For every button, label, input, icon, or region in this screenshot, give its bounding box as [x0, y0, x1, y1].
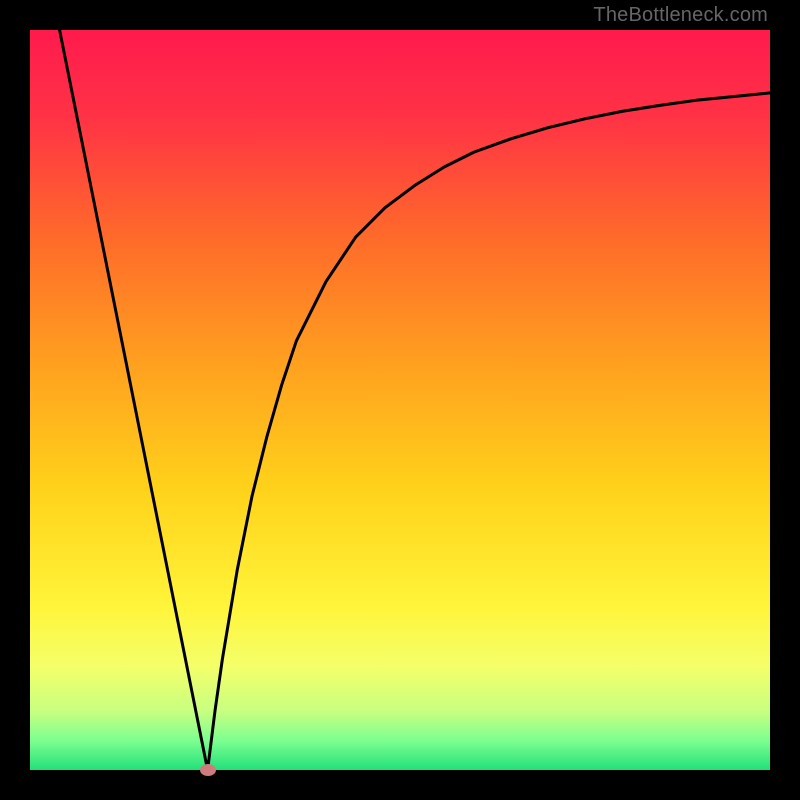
bottleneck-curve [60, 30, 770, 770]
watermark-text: TheBottleneck.com [593, 4, 768, 27]
chart-frame: TheBottleneck.com [0, 0, 800, 800]
plot-area [30, 30, 770, 770]
curve-layer [30, 30, 770, 770]
minimum-marker [200, 764, 216, 776]
